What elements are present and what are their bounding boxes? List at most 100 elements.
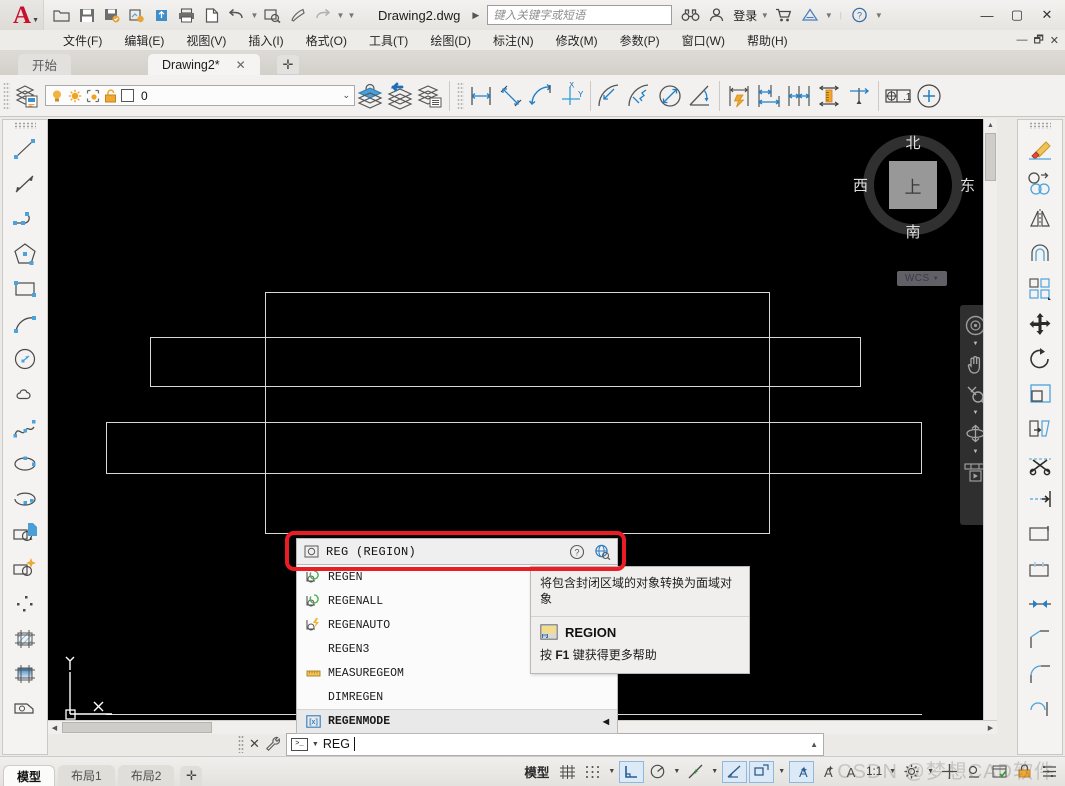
layout-tab-layout2[interactable]: 布局2 — [117, 764, 175, 786]
explode-icon[interactable] — [1019, 691, 1061, 726]
chamfer-icon[interactable] — [1019, 621, 1061, 656]
grid-display-icon[interactable] — [556, 761, 579, 783]
application-menu-button[interactable]: A ▼ — [0, 0, 44, 30]
menu-modify[interactable]: 修改(M) — [545, 30, 609, 51]
ordinate-dimension-icon[interactable]: XY — [556, 79, 586, 113]
menu-parametric[interactable]: 参数(P) — [609, 30, 671, 51]
menu-insert[interactable]: 插入(I) — [237, 30, 294, 51]
erase-icon[interactable] — [1019, 131, 1061, 166]
vertical-scroll-thumb[interactable] — [985, 133, 996, 181]
annotation-scale-value[interactable]: 1:1 — [863, 761, 885, 783]
new-layout-button[interactable]: ✛ — [180, 765, 203, 786]
break-icon[interactable] — [1019, 516, 1061, 551]
layer-color-swatch[interactable] — [121, 89, 134, 102]
boundary-icon[interactable] — [4, 691, 46, 726]
zoom-caret[interactable]: ▼ — [973, 410, 979, 417]
undo-dropdown-caret[interactable]: ▼ — [250, 11, 259, 20]
baseline-dimension-icon[interactable] — [754, 79, 784, 113]
orbit-caret[interactable]: ▼ — [973, 449, 979, 456]
question-mark-icon[interactable]: ? — [569, 544, 585, 560]
menu-window[interactable]: 窗口(W) — [671, 30, 736, 51]
isolate-objects-icon[interactable] — [963, 761, 986, 783]
compass-west-label[interactable]: 西 — [853, 175, 868, 196]
modify-toolbar-grip[interactable] — [1029, 122, 1051, 129]
line-icon[interactable] — [4, 131, 46, 166]
dimension-break-icon[interactable] — [844, 79, 874, 113]
binoculars-search-icon[interactable] — [679, 4, 702, 26]
gradient-icon[interactable] — [4, 656, 46, 691]
redo-dropdown-caret[interactable]: ▼ — [336, 11, 345, 20]
menu-help[interactable]: 帮助(H) — [736, 30, 799, 51]
wcs-selector[interactable]: WCS ▼ — [897, 271, 947, 286]
array-icon[interactable] — [1019, 271, 1061, 306]
chevron-down-icon[interactable]: ⌄ — [342, 90, 350, 101]
menu-draw[interactable]: 绘图(D) — [419, 30, 482, 51]
save-icon[interactable] — [75, 4, 98, 26]
login-label[interactable]: 登录 — [733, 7, 757, 24]
help-icon[interactable]: ? — [848, 4, 871, 26]
join-icon[interactable] — [1019, 586, 1061, 621]
scale-icon[interactable] — [1019, 376, 1061, 411]
menu-file[interactable]: 文件(F) — [52, 30, 113, 51]
menu-edit[interactable]: 编辑(E) — [113, 30, 175, 51]
compass-north-label[interactable]: 北 — [905, 132, 920, 153]
drawing-rect-horizontal-upper[interactable] — [150, 337, 861, 387]
save-as-icon[interactable] — [100, 4, 123, 26]
ellipse-icon[interactable] — [4, 446, 46, 481]
object-snap-tracking-icon[interactable] — [749, 760, 775, 783]
ellipse-arc-icon[interactable] — [4, 481, 46, 516]
copy-icon[interactable] — [1019, 166, 1061, 201]
point-icon[interactable] — [4, 586, 46, 621]
scroll-left-icon[interactable]: ◀ — [48, 721, 61, 734]
polyline-icon[interactable] — [4, 201, 46, 236]
layer-lock-viewport-icon[interactable] — [86, 89, 100, 103]
layer-on-icon[interactable] — [50, 89, 64, 103]
stretch-icon[interactable] — [1019, 411, 1061, 446]
snap-dropdown-caret[interactable]: ▼ — [606, 768, 617, 775]
break-at-point-icon[interactable] — [1019, 551, 1061, 586]
quick-dimension-icon[interactable] — [724, 79, 754, 113]
toolbar-grip[interactable] — [3, 81, 10, 110]
snap-mode-icon[interactable] — [581, 761, 604, 783]
compass-south-label[interactable]: 南 — [905, 221, 920, 242]
web-search-icon[interactable] — [594, 544, 611, 560]
workspace-switching-icon[interactable] — [900, 761, 923, 783]
close-icon[interactable]: ✕ — [236, 58, 246, 72]
aligned-dimension-icon[interactable] — [496, 79, 526, 113]
chevron-down-icon[interactable]: ▼ — [32, 17, 39, 24]
rotate-icon[interactable] — [1019, 341, 1061, 376]
arc-icon[interactable] — [4, 306, 46, 341]
layer-unlock-icon[interactable] — [104, 88, 117, 103]
polygon-icon[interactable] — [4, 236, 46, 271]
command-history-expand-icon[interactable]: ▲ — [810, 740, 818, 749]
steering-wheel-caret[interactable]: ▼ — [973, 341, 979, 348]
close-icon[interactable]: ✕ — [249, 736, 260, 752]
drawing-rect-vertical-tall[interactable] — [265, 292, 770, 534]
scroll-right-icon[interactable]: ▶ — [984, 721, 997, 734]
new-icon[interactable] — [200, 4, 223, 26]
open-icon[interactable] — [50, 4, 73, 26]
save-to-web-icon[interactable] — [150, 4, 173, 26]
status-model-space-button[interactable]: 模型 — [519, 761, 554, 783]
autocomplete-item-regenmode[interactable]: [x] REGENMODE ◀ — [297, 709, 617, 733]
dimension-tolerance-icon[interactable]: .1 — [883, 79, 913, 113]
command-line[interactable]: ✕ >_ ▼ REG ▲ — [238, 732, 824, 756]
circle-icon[interactable] — [4, 341, 46, 376]
layer-freeze-icon[interactable] — [68, 89, 82, 103]
draw-toolbar-grip[interactable] — [14, 122, 36, 129]
linear-dimension-icon[interactable] — [466, 79, 496, 113]
document-dropdown-caret[interactable]: ▶ — [472, 10, 479, 21]
submenu-arrow-icon[interactable]: ◀ — [603, 717, 609, 727]
layout-tab-model[interactable]: 模型 — [3, 764, 56, 786]
qat-overflow-caret[interactable]: ▼ — [347, 11, 356, 20]
osnap-dropdown-caret[interactable]: ▼ — [709, 768, 720, 775]
annotation-scale-icon[interactable]: A — [841, 761, 861, 783]
spline-icon[interactable] — [4, 411, 46, 446]
dim-toolbar-grip[interactable] — [457, 81, 464, 110]
arc-length-dimension-icon[interactable] — [526, 79, 556, 113]
otrack-dropdown-caret[interactable]: ▼ — [776, 768, 787, 775]
radius-dimension-icon[interactable] — [595, 79, 625, 113]
tab-start[interactable]: 开始 — [18, 54, 72, 75]
undo-icon[interactable] — [225, 4, 248, 26]
canvas-vertical-scrollbar[interactable]: ▲ ▼ — [983, 119, 997, 734]
